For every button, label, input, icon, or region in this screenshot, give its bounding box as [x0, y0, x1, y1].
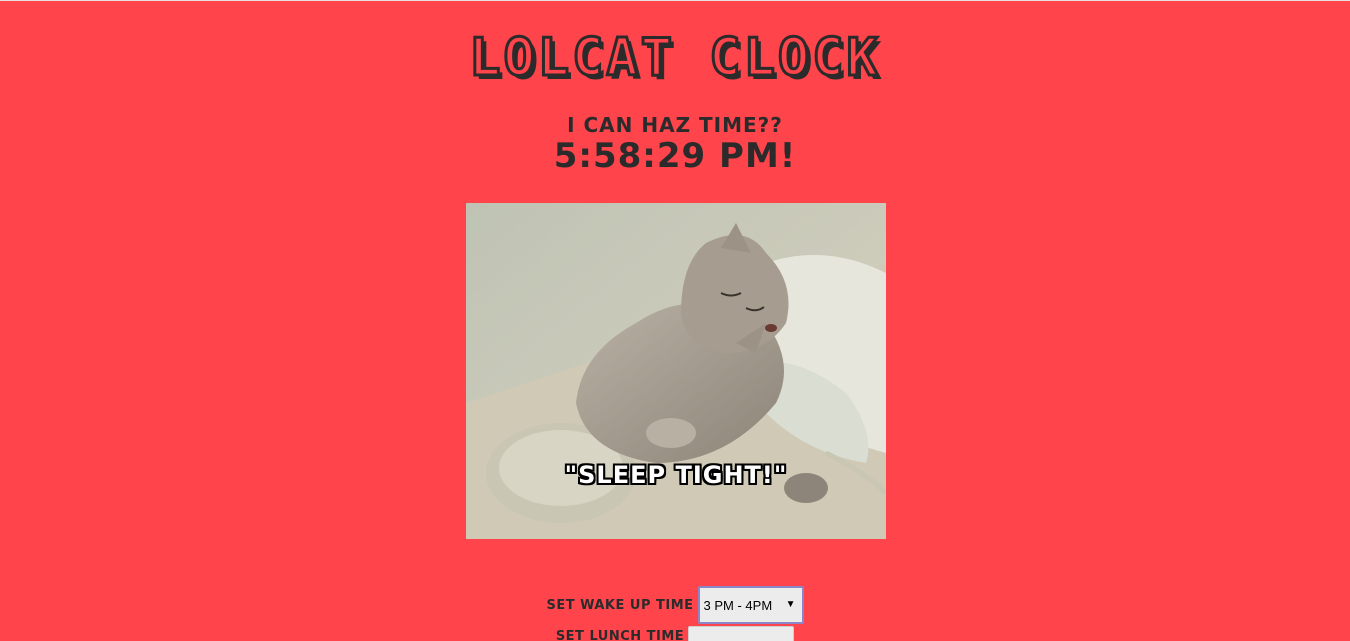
- image-caption: "SLEEP TIGHT!": [564, 461, 788, 489]
- lunch-select[interactable]: [688, 626, 795, 641]
- cat-image: "SLEEP TIGHT!": [466, 203, 886, 539]
- lunch-label: Set lunch time: [555, 628, 685, 641]
- page-title: Lolcat Clock: [468, 27, 881, 90]
- wake-up-value: 3 PM - 4PM: [703, 597, 773, 613]
- dropdown-arrow-icon: ▼: [785, 599, 796, 610]
- page: Lolcat Clock I can haz time?? 5:58:29 PM…: [0, 0, 1350, 641]
- wake-up-select[interactable]: 3 PM - 4PM ▼: [697, 586, 804, 624]
- clock-subtitle: I can haz time??: [567, 113, 783, 137]
- wake-up-label: Set wake up time: [546, 597, 694, 613]
- wake-up-row: Set wake up time 3 PM - 4PM ▼: [0, 586, 1350, 624]
- top-divider: [0, 0, 1350, 1]
- clock-time: 5:58:29 PM!: [553, 136, 797, 176]
- lunch-row: Set lunch time: [0, 626, 1350, 641]
